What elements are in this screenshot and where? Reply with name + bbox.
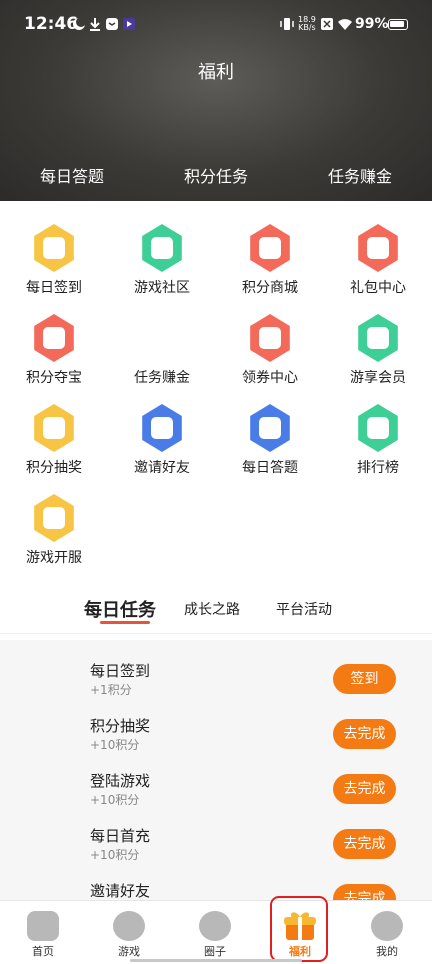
grid-item-vip-member[interactable]: 游享会员: [328, 314, 428, 394]
treasure-icon: [34, 314, 74, 362]
nav-home[interactable]: 首页: [13, 907, 73, 959]
shopping-bag-icon: [250, 224, 290, 272]
battery-icon: [388, 19, 408, 30]
tab-earn-gold[interactable]: 任务赚金: [300, 163, 420, 187]
task-reward: +10积分: [90, 793, 140, 807]
nav-label: 首页: [32, 945, 54, 958]
header-tabs: 每日答题 积分任务 任务赚金: [0, 163, 432, 191]
grid-item-daily-quiz[interactable]: 每日答题: [220, 404, 320, 484]
status-bar: 12:46 18.9 KB/s 99%: [0, 0, 432, 50]
sunglasses-icon: [371, 911, 403, 941]
wifi-icon: [338, 19, 352, 30]
vibrate-icon: [280, 18, 294, 30]
grid-label: 每日签到: [26, 280, 82, 296]
server-calendar-icon: [34, 494, 74, 542]
grid-item-points-treasure[interactable]: 积分夺宝: [4, 314, 104, 394]
go-complete-button[interactable]: 去完成: [333, 774, 396, 804]
status-time: 12:46: [24, 14, 79, 34]
grid-label: 领券中心: [242, 370, 298, 386]
coin-stack-icon: [34, 404, 74, 452]
grid-item-coupon-center[interactable]: 领券中心: [220, 314, 320, 394]
grid-label: 游戏社区: [134, 280, 190, 296]
clipboard-icon: [250, 404, 290, 452]
grid-item-daily-checkin[interactable]: 每日签到: [4, 224, 104, 304]
grid-item-invite-friends[interactable]: 邀请好友: [112, 404, 212, 484]
task-reward: +10积分: [90, 848, 140, 862]
task-tabs: 每日任务 成长之路 平台活动: [0, 594, 432, 634]
task-name: 每日首充: [90, 827, 151, 845]
gift-box-icon: [358, 224, 398, 272]
grid-label: 礼包中心: [350, 280, 406, 296]
grid-item-game-community[interactable]: 游戏社区: [112, 224, 212, 304]
tab-daily-quiz[interactable]: 每日答题: [12, 163, 132, 187]
grid-item-game-server-open[interactable]: 游戏开服: [4, 494, 104, 574]
circle-chat-icon: [199, 911, 231, 941]
task-reward: +1积分: [90, 683, 132, 697]
task-reward: +10积分: [90, 738, 140, 752]
grid-label: 排行榜: [357, 460, 399, 476]
app-notification-icon: [123, 18, 135, 30]
task-name: 每日签到: [90, 662, 151, 680]
header: 12:46 18.9 KB/s 99% 福利 每日答题 积分任务 任务赚金: [0, 0, 432, 201]
grid-item-leaderboard[interactable]: 排行榜: [328, 404, 428, 484]
task-row: 邀请好友 去完成: [0, 880, 432, 900]
task-name: 登陆游戏: [90, 772, 151, 790]
grid-item-gift-center[interactable]: 礼包中心: [328, 224, 428, 304]
page-title: 福利: [198, 62, 234, 83]
sim-icon: [321, 18, 333, 30]
grid-label: 任务赚金: [134, 370, 190, 386]
nav-label: 我的: [376, 945, 398, 958]
envelope-icon: [142, 404, 182, 452]
grid-item-points-lottery[interactable]: 积分抽奖: [4, 404, 104, 484]
nav-profile[interactable]: 我的: [357, 907, 417, 959]
active-tab-indicator: [100, 621, 150, 624]
task-row: 积分抽奖 +10积分 去完成: [0, 715, 432, 770]
moon-icon: [73, 17, 86, 30]
go-complete-button[interactable]: 去完成: [333, 829, 396, 859]
grid-label: 积分抽奖: [26, 460, 82, 476]
grid-label: 积分商城: [242, 280, 298, 296]
nav-circle[interactable]: 圈子: [185, 907, 245, 959]
task-name: 积分抽奖: [90, 717, 151, 735]
nav-games[interactable]: 游戏: [99, 907, 159, 959]
task-row: 每日签到 +1积分 签到: [0, 660, 432, 715]
trophy-icon: [358, 404, 398, 452]
network-speed: 18.9 KB/s: [298, 15, 316, 32]
tab-growth-path[interactable]: 成长之路: [184, 599, 240, 619]
task-row: 每日首充 +10积分 去完成: [0, 825, 432, 880]
message-icon: [106, 18, 118, 30]
tab-platform-events[interactable]: 平台活动: [276, 599, 332, 619]
grid-label: 每日答题: [242, 460, 298, 476]
diamond-icon: [358, 314, 398, 362]
grid-label: 邀请好友: [134, 460, 190, 476]
bottom-nav: 首页 游戏 圈子 福利 我的: [0, 900, 432, 964]
battery-percent: 99%: [355, 16, 389, 32]
gamepad-icon: [27, 911, 59, 941]
chat-icon: [142, 224, 182, 272]
go-complete-button[interactable]: 去完成: [333, 884, 396, 900]
highlight-box: [270, 896, 328, 962]
tab-daily-tasks[interactable]: 每日任务: [84, 596, 156, 622]
grid-item-earn-gold[interactable]: 任务赚金: [112, 314, 212, 394]
nav-label: 圈子: [204, 945, 226, 958]
coupon-icon: [250, 314, 290, 362]
task-row: 登陆游戏 +10积分 去完成: [0, 770, 432, 825]
nav-label: 游戏: [118, 945, 140, 958]
grid-label: 游戏开服: [26, 550, 82, 566]
download-icon: [90, 18, 100, 31]
task-name: 邀请好友: [90, 882, 151, 900]
task-list: 每日签到 +1积分 签到 积分抽奖 +10积分 去完成 登陆游戏 +10积分 去…: [0, 640, 432, 900]
grid-label: 积分夺宝: [26, 370, 82, 386]
home-indicator: [130, 959, 302, 962]
grid-item-points-mall[interactable]: 积分商城: [220, 224, 320, 304]
go-complete-button[interactable]: 去完成: [333, 719, 396, 749]
checkin-button[interactable]: 签到: [333, 664, 396, 694]
tab-points-tasks[interactable]: 积分任务: [156, 163, 276, 187]
grid-label: 游享会员: [350, 370, 406, 386]
calendar-check-icon: [34, 224, 74, 272]
heart-bubble-icon: [113, 911, 145, 941]
